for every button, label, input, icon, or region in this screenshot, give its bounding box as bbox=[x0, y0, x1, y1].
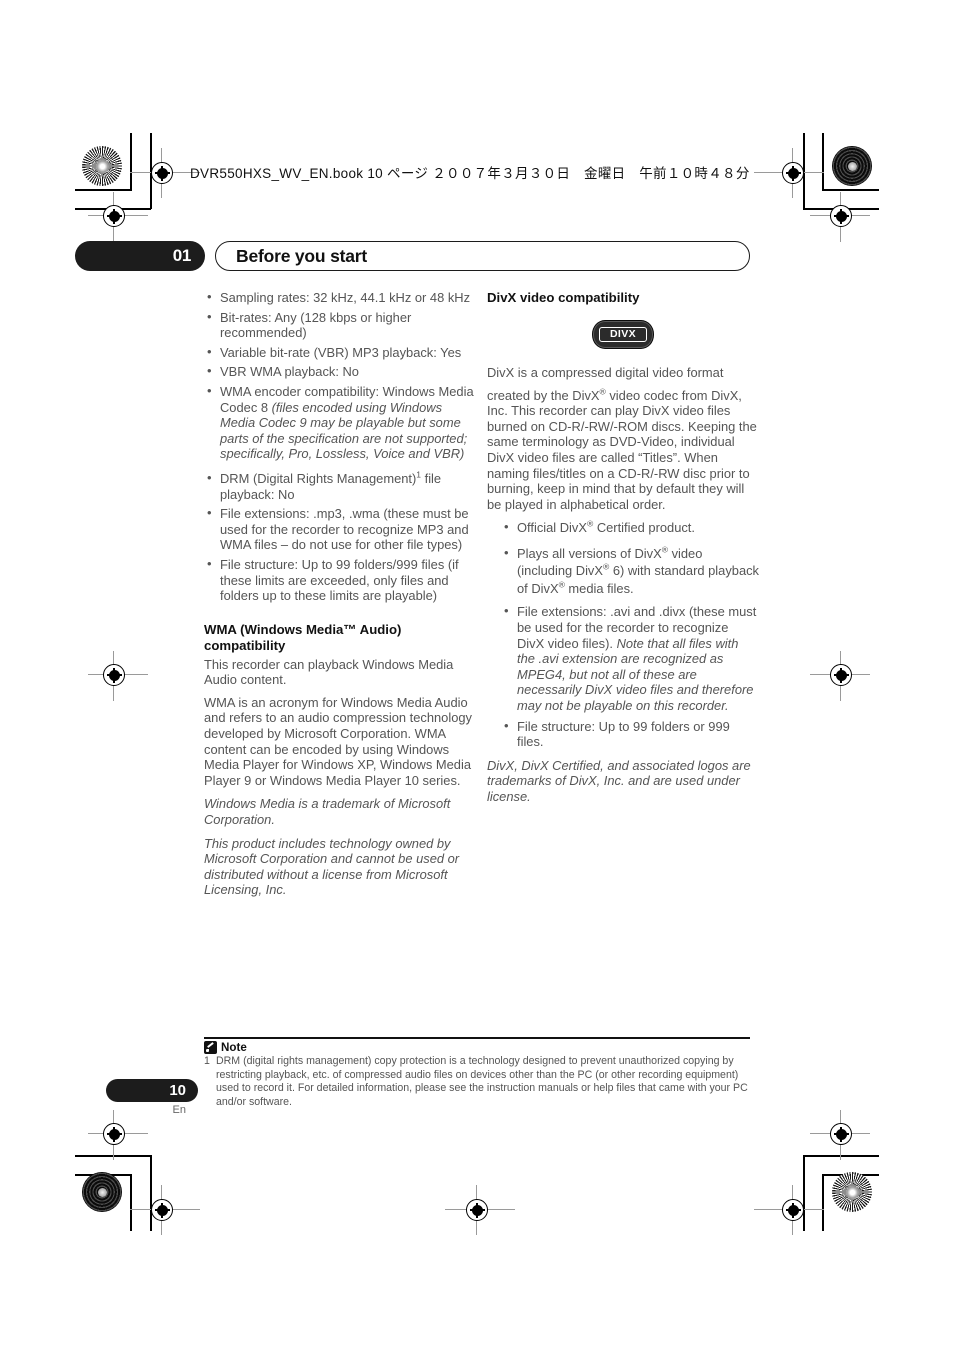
list-item: Variable bit-rate (VBR) MP3 playback: Ye… bbox=[204, 344, 476, 361]
section-heading-wma: WMA (Windows Media™ Audio) compatibility bbox=[204, 621, 402, 653]
registration-mark-right-mid bbox=[830, 664, 852, 686]
registration-mark-top-right bbox=[782, 162, 804, 184]
page-title: Before you start bbox=[215, 241, 750, 271]
wma-paragraph-2: WMA is an acronym for Windows Media Audi… bbox=[204, 694, 473, 788]
crop-mark-bottom-right-v bbox=[803, 1155, 805, 1231]
list-item-text: File structure: Up to 99 folders/999 fil… bbox=[220, 556, 459, 604]
densitometer-halftone-bottom-left bbox=[82, 1172, 122, 1212]
list-item-structure: File structure: Up to 99 folders or 999 … bbox=[501, 718, 759, 750]
densitometer-star-bottom-right bbox=[832, 1172, 872, 1212]
footnote-body: 1 DRM (digital rights management) copy p… bbox=[204, 1055, 752, 1109]
densitometer-halftone-top-right bbox=[832, 146, 872, 186]
crop-mark-bottom-right-v2 bbox=[822, 1174, 824, 1231]
registration-mark-bottom-center bbox=[466, 1199, 488, 1221]
list-item: File structure: Up to 99 folders/999 fil… bbox=[204, 556, 476, 604]
divx-intro-text-b: video codec from DivX, Inc. This recorde… bbox=[487, 387, 757, 512]
list-item-text: Plays all versions of DivX bbox=[517, 545, 662, 561]
registration-mark-right-lower bbox=[830, 1123, 852, 1145]
divx-logo-icon: DIVX bbox=[592, 320, 654, 349]
wma-paragraph-1: This recorder can playback Windows Media… bbox=[204, 656, 454, 688]
right-column: DivX video compatibility DIVX DivX is a … bbox=[487, 290, 759, 813]
list-item-official-certified: Official DivX® Certified product. bbox=[501, 519, 759, 536]
list-item-text: Official DivX bbox=[517, 520, 587, 536]
registration-mark-bottom-right bbox=[782, 1199, 804, 1221]
divx-intro-line1: DivX is a compressed digital video forma… bbox=[487, 365, 724, 380]
registration-mark-left-upper bbox=[103, 205, 125, 227]
list-item-text-tail: Certified product. bbox=[593, 520, 695, 536]
registration-mark-bottom-left bbox=[151, 1199, 173, 1221]
running-header: DVR550HXS_WV_EN.book 10 ページ ２００７年３月３０日 金… bbox=[190, 166, 750, 181]
note-header: Note bbox=[204, 1041, 247, 1054]
list-item-text: Bit-rates: Any (128 kbps or higher recom… bbox=[220, 309, 412, 341]
wma-trademark-note-2: This product includes technology owned b… bbox=[204, 835, 460, 898]
chapter-banner: 01 Before you start bbox=[75, 241, 750, 271]
list-item-text: VBR WMA playback: No bbox=[220, 364, 359, 380]
wma-trademark-note-1: Windows Media is a trademark of Microsof… bbox=[204, 796, 451, 828]
divx-intro-paragraph: created by the DivX® video codec from Di… bbox=[487, 387, 759, 513]
registration-mark-left-lower bbox=[103, 1123, 125, 1145]
registration-mark-left-mid bbox=[103, 664, 125, 686]
crop-mark-bottom-left-v bbox=[150, 1155, 152, 1231]
list-item-text: Variable bit-rate (VBR) MP3 playback: Ye… bbox=[220, 344, 462, 360]
list-item-text: Sampling rates: 32 kHz, 44.1 kHz or 48 k… bbox=[220, 290, 471, 305]
crop-mark-top-left-h bbox=[75, 189, 132, 191]
list-item-text: DRM (Digital Rights Management) bbox=[220, 470, 417, 486]
list-item: VBR WMA playback: No bbox=[204, 363, 476, 380]
divx-logo-container: DIVX bbox=[487, 320, 759, 349]
list-item-text: File structure: Up to 99 folders or 999 … bbox=[517, 718, 730, 750]
divx-logo-inner-frame: DIVX bbox=[599, 327, 647, 342]
list-item: File extensions: .mp3, .wma (these must … bbox=[204, 505, 476, 553]
section-heading-divx: DivX video compatibility bbox=[487, 290, 640, 305]
left-column: Sampling rates: 32 kHz, 44.1 kHz or 48 k… bbox=[204, 289, 476, 906]
list-item-text: File extensions: .mp3, .wma (these must … bbox=[220, 506, 469, 553]
divx-intro-text-a: created by the DivX bbox=[487, 387, 600, 403]
densitometer-star-top-left bbox=[82, 146, 122, 186]
footnote-divider bbox=[204, 1037, 750, 1039]
mp3-spec-list: Sampling rates: 32 kHz, 44.1 kHz or 48 k… bbox=[204, 289, 476, 604]
list-item: Bit-rates: Any (128 kbps or higher recom… bbox=[204, 309, 476, 341]
footnote-text: DRM (digital rights management) copy pro… bbox=[216, 1055, 748, 1108]
chapter-number-badge: 01 bbox=[75, 241, 205, 271]
page-number-badge: 10 bbox=[106, 1079, 198, 1102]
registration-mark-top-left bbox=[151, 162, 173, 184]
divx-trademark-note: DivX, DivX Certified, and associated log… bbox=[487, 757, 751, 804]
crop-mark-bottom-left-v2 bbox=[130, 1174, 132, 1231]
list-item-extensions: File extensions: .avi and .divx (these m… bbox=[501, 603, 759, 713]
note-label: Note bbox=[221, 1040, 247, 1054]
list-item: Sampling rates: 32 kHz, 44.1 kHz or 48 k… bbox=[204, 289, 476, 306]
list-item-drm: DRM (Digital Rights Management)1 file pl… bbox=[204, 470, 476, 502]
list-item-wma-encoder: WMA encoder compatibility: Windows Media… bbox=[204, 383, 476, 462]
divx-logo-text: DIVX bbox=[609, 328, 637, 341]
list-item-text-d: media files. bbox=[564, 580, 634, 596]
crop-mark-top-right-h bbox=[822, 189, 879, 191]
pencil-icon bbox=[204, 1041, 217, 1054]
footnote-number: 1 bbox=[204, 1055, 210, 1067]
page-language-label: En bbox=[172, 1104, 186, 1116]
crop-mark-top-left-v bbox=[130, 133, 132, 190]
list-item-versions: Plays all versions of DivX® video (inclu… bbox=[501, 544, 759, 598]
registration-mark-right-upper bbox=[830, 205, 852, 227]
crop-mark-top-right-v bbox=[822, 133, 824, 190]
divx-feature-list: Official DivX® Certified product. Plays … bbox=[501, 519, 759, 750]
